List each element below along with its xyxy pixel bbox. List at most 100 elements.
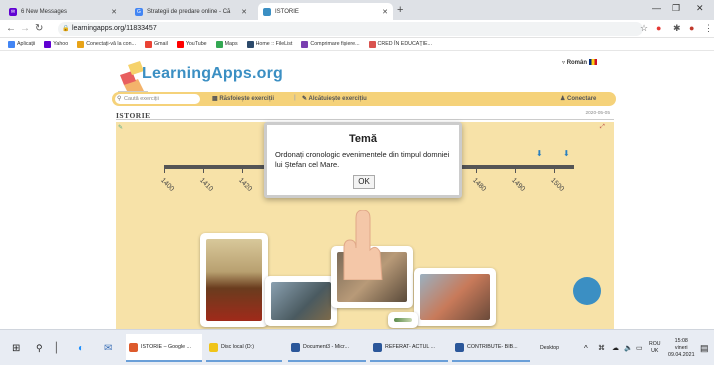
- stefan-portrait-image: [206, 239, 262, 321]
- bookmark-yahoo[interactable]: Yahoo: [44, 40, 69, 48]
- taskbar-app-label: Disc local (D:): [221, 344, 254, 350]
- page-title: ISTORIE: [116, 111, 151, 120]
- tab-bar: ✉ 6 New Messages ✕ G Strategii de predar…: [0, 0, 714, 20]
- learningapps-icon: [263, 7, 271, 16]
- bookmark-label: Aplicații: [17, 41, 36, 47]
- app-date: 2020-05-05: [585, 111, 610, 116]
- taskbar-app-word-doc3[interactable]: Document3 - Micr...: [288, 334, 366, 362]
- tab-istorie[interactable]: ISTORIE ✕: [258, 3, 393, 20]
- url-field[interactable]: 🔒 learningapps.org/11833457: [58, 22, 643, 36]
- bookmark-label: YouTube: [185, 41, 207, 47]
- windows-start-icon[interactable]: ⊞: [12, 330, 20, 366]
- browse-apps-button[interactable]: ▦ Răsfoiește exerciții: [212, 95, 274, 102]
- event-card-portrait[interactable]: [200, 233, 268, 327]
- volume-icon[interactable]: 🔈: [624, 330, 633, 366]
- menu-icon[interactable]: ⋮: [704, 23, 713, 34]
- maps-icon: [215, 40, 223, 48]
- opera-extension-icon[interactable]: ●: [656, 23, 661, 33]
- reload-icon[interactable]: ↻: [35, 23, 43, 34]
- bookmark-gmail[interactable]: Gmail: [144, 40, 168, 48]
- taskbar-app-word-contribute[interactable]: CONTRIBUTE- BIB...: [452, 334, 530, 362]
- hand-pointer-icon: [343, 210, 383, 280]
- lang-layout: UK: [651, 348, 659, 354]
- bookmark-label: Home :: FileList: [255, 41, 293, 47]
- dialog-title: Temă: [349, 133, 377, 145]
- event-card-battle[interactable]: [265, 276, 337, 326]
- minimize-icon[interactable]: —: [652, 3, 661, 13]
- window-close-icon[interactable]: ✕: [696, 3, 704, 14]
- bookmark-youtube[interactable]: YouTube: [176, 40, 207, 48]
- logo-text: LearningApps.org: [142, 65, 283, 82]
- taskbar-app-explorer[interactable]: Disc local (D:): [206, 334, 282, 362]
- battery-icon[interactable]: ▭: [636, 330, 643, 366]
- ok-button[interactable]: OK: [353, 175, 375, 189]
- search-input[interactable]: ⚲ Caută exerciții: [115, 94, 200, 104]
- new-tab-button[interactable]: +: [397, 4, 403, 16]
- edge-icon[interactable]: ◐: [78, 330, 84, 366]
- fullscreen-icon[interactable]: ⤢: [600, 124, 605, 131]
- mail-app-icon[interactable]: ✉: [104, 330, 112, 366]
- input-language[interactable]: ROU UK: [649, 330, 661, 366]
- taskbar-app-word-referat[interactable]: REFERAT- ACTUL ...: [370, 334, 448, 362]
- address-bar: ← → ↻ 🔒 learningapps.org/11833457 ☆ ● ✱ …: [0, 20, 714, 38]
- yahoo-icon: [44, 40, 52, 48]
- search-icon[interactable]: ⚲: [36, 330, 43, 366]
- timeline-pin-icon[interactable]: ⬇: [536, 149, 543, 158]
- extensions-icon[interactable]: ✱: [673, 23, 681, 34]
- bookmarks-bar: Aplicații Yahoo Conectați-vă la con... G…: [0, 38, 714, 51]
- event-card-small[interactable]: [388, 312, 418, 328]
- gmail-icon: [144, 40, 152, 48]
- bookmark-cred[interactable]: CRED ÎN EDUCAȚIE...: [368, 40, 432, 48]
- mail-icon: ✉: [9, 7, 17, 16]
- edit-icon[interactable]: ✎: [118, 124, 123, 131]
- close-icon[interactable]: ✕: [241, 8, 247, 16]
- tab-strategii[interactable]: G Strategii de predare online - Că ✕: [130, 3, 252, 20]
- language-selector[interactable]: ▿ Român: [562, 59, 598, 66]
- compress-icon: [301, 40, 309, 48]
- bookmark-maps[interactable]: Maps: [215, 40, 238, 48]
- lock-icon: 🔒: [62, 26, 70, 32]
- romania-flag-icon: [589, 59, 598, 66]
- taskbar-app-chrome[interactable]: ISTORIE – Google ...: [126, 334, 202, 362]
- url-text: learningapps.org/11833457: [72, 25, 157, 32]
- close-icon[interactable]: ✕: [111, 8, 117, 16]
- timeline-tick: [203, 169, 204, 173]
- search-placeholder: Caută exerciții: [124, 96, 159, 102]
- desktop-toolbar[interactable]: Desktop: [540, 330, 559, 366]
- timeline-pin-icon[interactable]: ⬇: [563, 149, 570, 158]
- browse-label: Răsfoiește exerciții: [219, 96, 275, 102]
- onedrive-icon[interactable]: ☁: [612, 330, 619, 366]
- tab-messages[interactable]: ✉ 6 New Messages ✕: [4, 3, 122, 20]
- search-icon: ⚲: [117, 96, 122, 102]
- bookmark-filelist[interactable]: Home :: FileList: [246, 40, 293, 48]
- clock[interactable]: 15:08 vineri 09.04.2021: [668, 338, 695, 359]
- forward-icon[interactable]: →: [20, 23, 30, 34]
- notifications-icon[interactable]: ▤: [700, 330, 709, 366]
- learningapps-logo[interactable]: LearningApps.org: [118, 53, 286, 95]
- year-label: 1400: [159, 177, 176, 193]
- bookmark-comprimare[interactable]: Comprimare fișiere...: [301, 40, 360, 48]
- restore-icon[interactable]: ❐: [672, 3, 680, 14]
- star-icon[interactable]: ☆: [640, 23, 648, 34]
- language-label: Român: [566, 60, 588, 66]
- taskbar-app-label: REFERAT- ACTUL ...: [385, 344, 436, 350]
- battle-painting-image: [271, 282, 331, 320]
- bookmark-conectati[interactable]: Conectați-vă la con...: [77, 40, 136, 48]
- timeline-tick: [164, 169, 165, 173]
- bookmark-apps[interactable]: Aplicații: [8, 40, 36, 48]
- close-icon[interactable]: ✕: [382, 8, 388, 16]
- back-icon[interactable]: ←: [6, 23, 16, 34]
- task-dialog: Temă Ordonați cronologic evenimentele di…: [264, 122, 462, 198]
- google-icon: G: [135, 7, 143, 16]
- login-button[interactable]: ♟ Conectare: [560, 95, 596, 102]
- event-card-army[interactable]: [414, 268, 496, 326]
- floating-action-button[interactable]: [573, 277, 601, 305]
- create-app-button[interactable]: ✎ Alcătuiește exercițiu: [302, 95, 367, 102]
- network-icon[interactable]: ⌘: [598, 330, 605, 366]
- avatar[interactable]: ●: [689, 23, 694, 33]
- chevron-up-icon[interactable]: ^: [584, 330, 588, 366]
- taskbar-app-label: ISTORIE – Google ...: [141, 344, 191, 350]
- year-label: 1490: [510, 177, 527, 193]
- bookmark-label: Yahoo: [53, 41, 69, 47]
- task-view-icon[interactable]: ▏: [56, 330, 64, 366]
